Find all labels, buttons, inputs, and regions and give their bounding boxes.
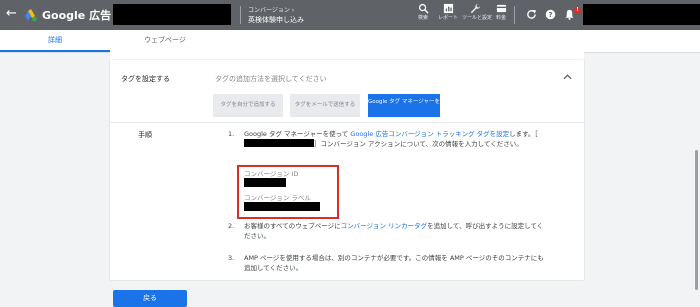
- tools-settings-tool[interactable]: ツールと設定: [462, 3, 493, 21]
- billing-tool-label: 料金: [495, 15, 506, 21]
- option-email-tag[interactable]: タグをメールで送信する: [290, 94, 360, 117]
- tab-webpage[interactable]: ウェブページ: [110, 30, 220, 51]
- back-arrow-icon[interactable]: ←: [6, 6, 17, 22]
- tab-bar: 詳細 ウェブページ: [0, 30, 700, 53]
- tools-settings-label: ツールと設定: [462, 15, 493, 21]
- notification-badge: !: [574, 7, 581, 14]
- search-icon: [418, 3, 429, 14]
- breadcrumb-parent[interactable]: コンバージョン ›: [248, 5, 294, 14]
- tab-details[interactable]: 詳細: [0, 30, 110, 52]
- svg-text:?: ?: [549, 11, 553, 19]
- conversion-label-value-redacted: [244, 202, 320, 211]
- card-divider: [110, 122, 584, 123]
- section-hint: タグの追加方法を選択してください: [215, 75, 327, 83]
- report-icon: [443, 3, 453, 14]
- billing-tool[interactable]: 料金: [488, 3, 514, 21]
- top-bar: ← Google 広告 コンバージョン › 英検体験申し込み 検索 レポート ツ…: [0, 0, 700, 30]
- step-1-text: Google タグ マネージャーを使って Google 広告コンバージョン トラ…: [244, 129, 544, 149]
- step-1-post2: ］コンバージョン アクションについて、次の情報を入力してください。: [314, 140, 523, 148]
- help-icon[interactable]: ?: [545, 9, 556, 20]
- step-1-post1: します。［: [509, 130, 538, 138]
- account-selector-redacted[interactable]: [113, 4, 231, 25]
- step-3-number: 3.: [228, 254, 235, 262]
- steps-label: 手順: [138, 131, 152, 139]
- step-1-number: 1.: [228, 130, 235, 138]
- refresh-icon[interactable]: [526, 9, 537, 20]
- brand-name: Google 広告: [42, 9, 112, 22]
- conversion-id-label: コンバージョン ID: [244, 170, 299, 178]
- conversion-label-label: コンバージョン ラベル: [244, 194, 311, 202]
- report-tool-label: レポート: [437, 15, 458, 21]
- step-2-number: 2.: [228, 222, 235, 230]
- conversion-name-redacted: [244, 139, 314, 147]
- billing-icon: [496, 4, 506, 13]
- conversion-id-value-redacted: [244, 178, 286, 187]
- breadcrumb-current: 英検体験申し込み: [248, 16, 304, 24]
- header-divider: [240, 6, 241, 24]
- conversion-linker-tag-link[interactable]: コンバージョン リンカータグ: [341, 222, 427, 230]
- step-2-text: お客様のすべてのウェブページにコンバージョン リンカータグを追加して、呼び出すよ…: [244, 221, 544, 241]
- tag-setup-card: タグを設定する タグの追加方法を選択してください タグを自分で追加する タグをメ…: [110, 60, 584, 280]
- tools-divider: [514, 6, 515, 24]
- option-google-tag-manager[interactable]: Google タグ マネージャーを使用する: [368, 94, 462, 117]
- google-ads-logo-icon: [25, 9, 37, 22]
- search-tool-label: 検索: [417, 15, 428, 21]
- search-tool[interactable]: 検索: [410, 3, 436, 21]
- page-scrollbar[interactable]: [695, 150, 698, 290]
- step-3-text: AMP ページを使用する場合は、別のコンテナが必要です。この情報を AMP ペー…: [244, 254, 544, 272]
- user-account-redacted[interactable]: [583, 4, 700, 25]
- gads-conversion-tag-link[interactable]: Google 広告コンバージョン トラッキング タグを設定: [350, 130, 509, 138]
- report-tool[interactable]: レポート: [435, 3, 461, 21]
- card-top-strip: [110, 52, 584, 60]
- step-2-pre: お客様のすべてのウェブページに: [244, 222, 341, 230]
- section-title: タグを設定する: [121, 75, 170, 83]
- back-button[interactable]: 戻る: [113, 290, 187, 307]
- wrench-icon: [470, 3, 480, 14]
- chevron-up-icon[interactable]: [563, 73, 572, 81]
- step-1-pre: Google タグ マネージャーを使って: [244, 130, 351, 138]
- option-add-tag-yourself[interactable]: タグを自分で追加する: [213, 94, 283, 117]
